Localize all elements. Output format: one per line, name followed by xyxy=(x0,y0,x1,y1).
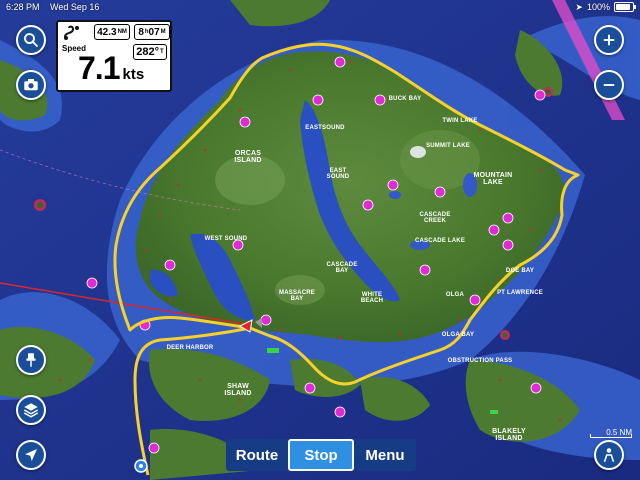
scale-line xyxy=(590,434,632,438)
location-dot xyxy=(134,459,148,473)
eta-cell: 8 h 07 M xyxy=(134,24,170,40)
label-mountain-lake: MOUNTAIN LAKE xyxy=(473,172,513,186)
eta-hours: 8 xyxy=(138,26,144,38)
label-east-sound: EAST SOUND xyxy=(326,168,350,180)
label-white-beach: WHITE BEACH xyxy=(360,292,384,304)
distance-unit: NM xyxy=(117,29,127,35)
battery-icon xyxy=(614,2,636,12)
instrument-panel[interactable]: 42.3 NM 8 h 07 M Speed 282° T 7.1 kts xyxy=(56,20,172,92)
battery-percent: 100% xyxy=(586,2,610,12)
label-cascade-lake: CASCADE LAKE xyxy=(414,238,466,244)
label-summit-lake: SUMMIT LAKE xyxy=(426,143,470,149)
camera-icon xyxy=(24,79,38,91)
label-pt-lawrence: PT LAWRENCE xyxy=(497,290,543,296)
speed-unit: kts xyxy=(122,66,145,83)
distance-value: 42.3 xyxy=(97,26,117,38)
layers-icon xyxy=(23,403,39,418)
profile-button[interactable] xyxy=(594,440,624,470)
route-button[interactable]: Route xyxy=(226,439,288,471)
label-buck-bay: BUCK BAY xyxy=(388,96,422,102)
eta-m: M xyxy=(160,29,166,35)
pin-icon xyxy=(26,353,36,367)
navigation-arrow-icon xyxy=(25,449,37,461)
label-deer-harbor: DEER HARBOR xyxy=(166,345,214,351)
label-olga: OLGA xyxy=(445,292,465,298)
layers-button[interactable] xyxy=(16,395,46,425)
scale-bar: 0.5 NM xyxy=(590,428,632,438)
label-obstruction-pass: OBSTRUCTION PASS xyxy=(447,358,513,364)
eta-minutes: 07 xyxy=(148,26,160,38)
battery-fill xyxy=(616,4,630,10)
bottom-nav: Route Stop Menu xyxy=(226,439,416,471)
search-button[interactable] xyxy=(16,25,46,55)
label-orcas-island: ORCAS ISLAND xyxy=(234,150,262,164)
heading-unit: T xyxy=(160,49,164,55)
label-doe-bay: DOE BAY xyxy=(505,268,535,274)
label-cascade-bay: CASCADE BAY xyxy=(326,262,358,274)
distance-cell: 42.3 NM xyxy=(94,24,130,40)
label-eastsound: EASTSOUND xyxy=(305,125,345,131)
minus-icon xyxy=(603,84,615,86)
stop-button[interactable]: Stop xyxy=(288,439,354,471)
search-icon xyxy=(24,33,38,47)
label-blakely-island: BLAKELY ISLAND xyxy=(492,428,526,442)
status-date: Wed Sep 16 xyxy=(50,2,100,12)
label-massacre-bay: MASSACRE BAY xyxy=(279,290,315,302)
speed-readout: 7.1 kts xyxy=(78,52,144,84)
zoom-in-button[interactable] xyxy=(594,25,624,55)
status-bar: 6:28 PM Wed Sep 16 ➤ 100% xyxy=(0,0,640,14)
menu-button[interactable]: Menu xyxy=(354,439,416,471)
location-arrow-icon: ➤ xyxy=(575,1,583,12)
person-icon xyxy=(603,448,615,462)
status-time: 6:28 PM xyxy=(6,2,40,12)
route-icon xyxy=(62,23,82,41)
speed-value: 7.1 xyxy=(78,50,120,86)
label-cascade-creek: CASCADE CREEK xyxy=(419,212,451,224)
plus-icon xyxy=(603,34,615,46)
pin-button[interactable] xyxy=(16,345,46,375)
label-olga-bay: OLGA BAY xyxy=(441,332,475,338)
zoom-out-button[interactable] xyxy=(594,70,624,100)
label-twin-lake: TWIN LAKE xyxy=(442,118,478,124)
label-shaw-island: SHAW ISLAND xyxy=(224,383,252,397)
label-west-sound: WEST SOUND xyxy=(204,236,248,242)
locate-button[interactable] xyxy=(16,440,46,470)
camera-button[interactable] xyxy=(16,70,46,100)
